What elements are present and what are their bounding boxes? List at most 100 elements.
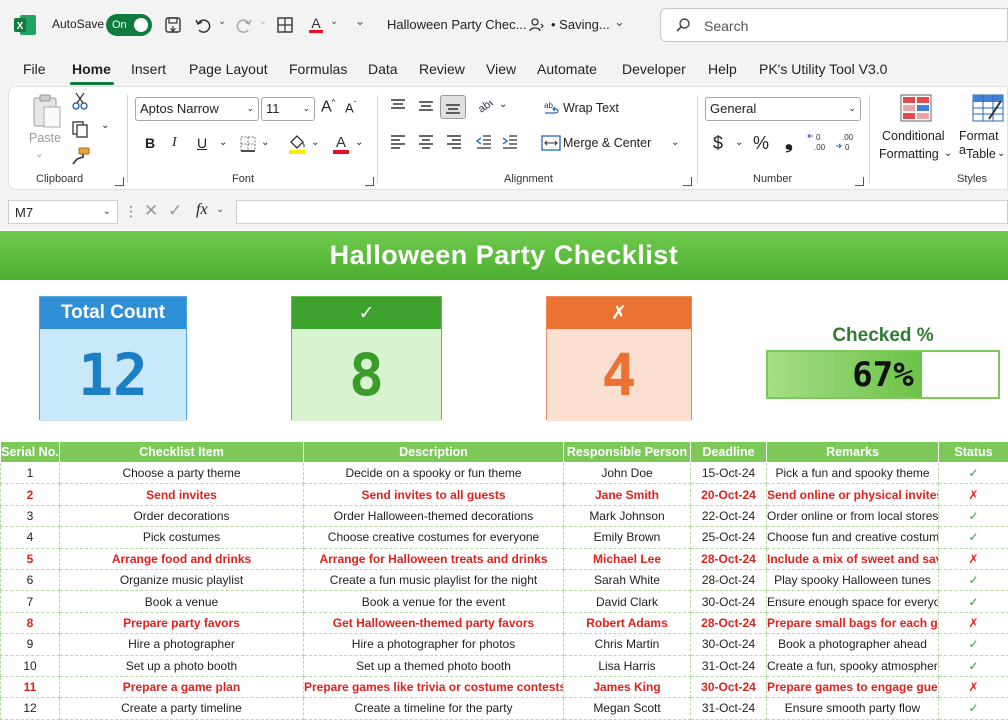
cell-deadline[interactable]: 30-Oct-24 <box>690 633 767 656</box>
cell-serial[interactable]: 2 <box>0 483 60 506</box>
cell-deadline[interactable]: 31-Oct-24 <box>690 654 767 677</box>
font-launcher-icon[interactable] <box>365 177 374 186</box>
tab-pk-utility-tool[interactable]: PK's Utility Tool V3.0 <box>759 61 887 77</box>
conditional-formatting-label-1[interactable]: Conditional <box>882 129 945 143</box>
cell-item[interactable]: Pick costumes <box>59 526 304 549</box>
cell-serial[interactable]: 7 <box>0 590 60 613</box>
cell-status[interactable]: ✓ <box>938 568 1008 592</box>
cell-remarks[interactable]: Include a mix of sweet and savory <box>766 547 939 570</box>
cell-serial[interactable]: 11 <box>0 675 60 699</box>
cell-remarks[interactable]: Choose fun and creative costume <box>766 526 939 549</box>
align-center-icon[interactable] <box>417 133 435 151</box>
worksheet[interactable]: Halloween Party Checklist Total Count 12… <box>0 231 1008 720</box>
alignment-launcher-icon[interactable] <box>683 177 692 186</box>
cell-serial[interactable]: 12 <box>0 697 60 720</box>
number-format-select[interactable]: General ⌄ <box>705 97 861 121</box>
cell-serial[interactable]: 10 <box>0 654 60 677</box>
cell-remarks[interactable]: Ensure enough space for everyone <box>766 590 939 613</box>
cell-item[interactable]: Organize music playlist <box>59 568 304 592</box>
cell-serial[interactable]: 4 <box>0 526 60 549</box>
cell-description[interactable]: Decide on a spooky or fun theme <box>303 461 564 485</box>
cell-description[interactable]: Hire a photographer for photos <box>303 633 564 656</box>
merge-center-icon[interactable] <box>541 134 561 152</box>
increase-indent-icon[interactable] <box>501 133 519 151</box>
middle-align-icon[interactable] <box>417 97 435 115</box>
cell-deadline[interactable]: 28-Oct-24 <box>690 611 767 635</box>
tab-file[interactable]: File <box>23 61 46 77</box>
col-header-status[interactable]: Status <box>938 441 1008 463</box>
copy-icon[interactable] <box>71 120 89 138</box>
cell-remarks[interactable]: Book a photographer ahead <box>766 633 939 656</box>
cell-status[interactable]: ✓ <box>938 504 1008 528</box>
tab-developer[interactable]: Developer <box>622 61 686 77</box>
redo-dropdown-icon[interactable]: ⌄ <box>259 16 267 27</box>
paste-dropdown-icon[interactable]: ⌄ <box>35 149 43 160</box>
increase-font-size-icon[interactable]: A^ <box>321 98 335 116</box>
col-header-deadline[interactable]: Deadline <box>690 441 767 463</box>
cell-remarks[interactable]: Prepare small bags for each guest <box>766 611 939 635</box>
name-box[interactable]: M7 ⌄ <box>8 200 118 224</box>
font-color-button-icon[interactable]: A <box>331 133 351 155</box>
autosave-toggle[interactable]: On <box>106 14 152 36</box>
cell-serial[interactable]: 3 <box>0 504 60 528</box>
cell-description[interactable]: Create a timeline for the party <box>303 697 564 720</box>
cell-status[interactable]: ✓ <box>938 633 1008 656</box>
cell-item[interactable]: Set up a photo booth <box>59 654 304 677</box>
col-header-remarks[interactable]: Remarks <box>766 441 939 463</box>
cell-serial[interactable]: 5 <box>0 547 60 570</box>
col-header-description[interactable]: Description <box>303 441 564 463</box>
cell-item[interactable]: Create a party timeline <box>59 697 304 720</box>
formula-input[interactable] <box>236 200 1008 224</box>
search-box[interactable]: Search <box>660 8 1008 42</box>
wrap-text-label[interactable]: Wrap Text <box>563 101 619 115</box>
formula-bar-grip-icon[interactable]: ⋮ <box>124 203 138 220</box>
tab-review[interactable]: Review <box>419 61 465 77</box>
cell-responsible[interactable]: Emily Brown <box>563 526 691 549</box>
cell-deadline[interactable]: 30-Oct-24 <box>690 675 767 699</box>
cell-status[interactable]: ✓ <box>938 461 1008 485</box>
cell-description[interactable]: Set up a themed photo booth <box>303 654 564 677</box>
redo-icon[interactable] <box>233 14 255 36</box>
cancel-entry-icon[interactable]: ✕ <box>144 201 158 221</box>
decrease-decimal-icon[interactable]: .000 <box>835 131 859 153</box>
currency-button[interactable]: $ <box>713 133 723 154</box>
currency-dropdown-icon[interactable]: ⌄ <box>735 137 743 148</box>
cell-deadline[interactable]: 30-Oct-24 <box>690 590 767 613</box>
share-people-icon[interactable] <box>526 14 548 36</box>
cell-description[interactable]: Send invites to all guests <box>303 483 564 506</box>
cell-remarks[interactable]: Prepare games to engage guests <box>766 675 939 699</box>
cell-status[interactable]: ✗ <box>938 547 1008 570</box>
cell-item[interactable]: Order decorations <box>59 504 304 528</box>
paste-icon[interactable] <box>31 93 63 129</box>
align-right-icon[interactable] <box>445 133 463 151</box>
number-launcher-icon[interactable] <box>855 177 864 186</box>
cell-deadline[interactable]: 28-Oct-24 <box>690 568 767 592</box>
cell-item[interactable]: Send invites <box>59 483 304 506</box>
customize-toolbar-icon[interactable]: ⌄ <box>355 14 365 28</box>
italic-button[interactable]: I <box>172 135 177 151</box>
tab-insert[interactable]: Insert <box>131 61 166 77</box>
conditional-formatting-dropdown-icon[interactable]: ⌄ <box>944 148 952 159</box>
orientation-dropdown-icon[interactable]: ⌄ <box>499 99 507 110</box>
cell-status[interactable]: ✗ <box>938 611 1008 635</box>
cell-description[interactable]: Arrange for Halloween treats and drinks <box>303 547 564 570</box>
merge-center-label[interactable]: Merge & Center <box>563 136 651 150</box>
tab-automate[interactable]: Automate <box>537 61 597 77</box>
document-title[interactable]: Halloween Party Chec... <box>387 17 526 32</box>
cell-description[interactable]: Choose creative costumes for everyone <box>303 526 564 549</box>
cell-status[interactable]: ✗ <box>938 483 1008 506</box>
tab-formulas[interactable]: Formulas <box>289 61 347 77</box>
cell-responsible[interactable]: Mark Johnson <box>563 504 691 528</box>
clipboard-launcher-icon[interactable] <box>115 177 124 186</box>
title-dropdown-icon[interactable]: ⌄ <box>614 14 625 30</box>
underline-button[interactable]: U <box>197 135 207 151</box>
cell-responsible[interactable]: Lisa Harris <box>563 654 691 677</box>
comma-style-button[interactable]: ❟ <box>785 131 793 154</box>
cell-serial[interactable]: 6 <box>0 568 60 592</box>
format-painter-icon[interactable] <box>71 147 91 165</box>
cell-deadline[interactable]: 20-Oct-24 <box>690 483 767 506</box>
cell-deadline[interactable]: 25-Oct-24 <box>690 526 767 549</box>
cell-responsible[interactable]: Robert Adams <box>563 611 691 635</box>
borders-button-icon[interactable] <box>239 135 257 153</box>
cell-item[interactable]: Hire a photographer <box>59 633 304 656</box>
